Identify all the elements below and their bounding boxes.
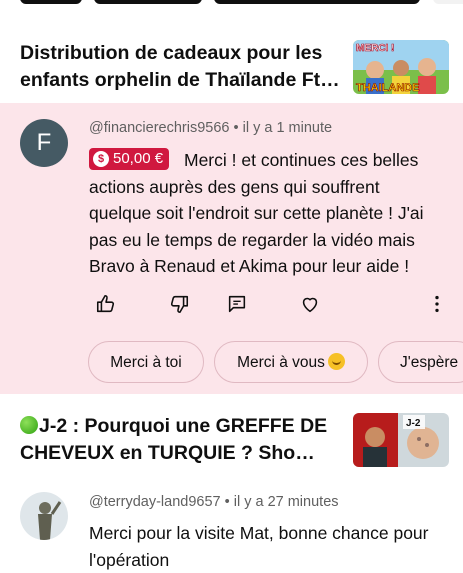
suggested-reply-chip[interactable]: Merci à toi (88, 341, 204, 383)
super-thanks-comment: F @financierechris9566 • il y a 1 minute… (0, 103, 463, 394)
green-circle-emoji-icon (20, 416, 38, 434)
avatar[interactable]: F (20, 119, 68, 167)
video-title[interactable]: Distribution de cadeaux pour les enfants… (20, 40, 345, 94)
money-icon: $ (93, 151, 109, 167)
filter-chip[interactable] (20, 0, 82, 4)
avatar[interactable] (20, 492, 68, 540)
comment-text: Merci pour la visite Mat, bonne chance p… (89, 523, 429, 570)
super-thanks-badge: $ 50,00 € (89, 148, 170, 170)
smile-emoji-icon (327, 353, 345, 370)
thumbnail-label: J-2 (406, 418, 421, 429)
dislike-icon[interactable] (168, 293, 190, 315)
video-title[interactable]: J-2 : Pourquoi une GREFFE DE CHEVEUX en … (20, 413, 345, 467)
thumbnail-label: MERCI ! (356, 43, 394, 54)
comment-author-meta[interactable]: @terryday-land9657 • il y a 27 minutes (89, 494, 339, 510)
more-vert-icon[interactable] (426, 293, 448, 315)
comment-author-meta[interactable]: @financierechris9566 • il y a 1 minute (89, 120, 332, 136)
thumbnail-label: THAILANDE (356, 82, 420, 94)
video-thumbnail[interactable]: MERCI ! THAILANDE (353, 40, 449, 94)
filter-chip[interactable] (94, 0, 202, 4)
filter-chip[interactable] (433, 0, 463, 4)
filter-chip-bar (0, 0, 463, 6)
like-icon[interactable] (95, 293, 117, 315)
filter-chip[interactable] (214, 0, 420, 4)
video-row-1[interactable]: Distribution de cadeaux pour les enfants… (0, 38, 463, 98)
video-row-2[interactable]: J-2 : Pourquoi une GREFFE DE CHEVEUX en … (0, 410, 463, 470)
suggested-reply-chip[interactable]: J'espère (378, 341, 463, 383)
heart-icon[interactable] (299, 293, 321, 315)
reply-icon[interactable] (226, 293, 248, 315)
video-thumbnail[interactable]: J-2 (353, 413, 449, 467)
super-thanks-amount: 50,00 € (113, 150, 164, 167)
suggested-reply-chip[interactable]: Merci à vous (214, 341, 368, 383)
